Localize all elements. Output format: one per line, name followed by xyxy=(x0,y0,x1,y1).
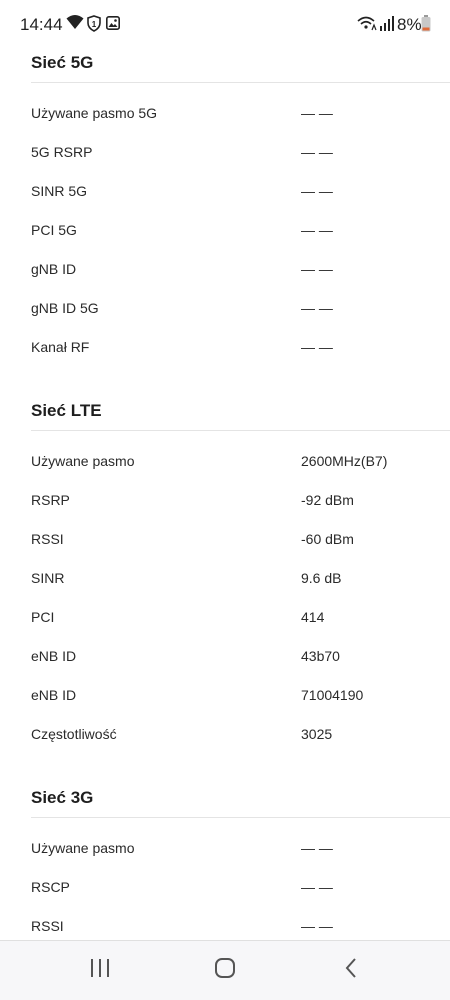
row-label: eNB ID xyxy=(31,687,77,703)
home-button[interactable] xyxy=(205,955,245,985)
row-label: Używane pasmo xyxy=(31,453,135,469)
list-item: eNB ID 43b70 xyxy=(0,647,450,686)
home-icon xyxy=(214,957,236,984)
wifi-icon xyxy=(66,14,84,35)
list-item: Kanał RF — — xyxy=(0,338,450,377)
row-value: — — xyxy=(301,144,333,160)
row-label: SINR 5G xyxy=(31,183,88,199)
row-label: eNB ID xyxy=(31,648,77,664)
section-title: Sieć LTE xyxy=(31,401,102,420)
wifi-calling-icon xyxy=(357,16,377,36)
row-value: -60 dBm xyxy=(301,531,354,547)
row-label: Używane pasmo 5G xyxy=(31,105,158,121)
list-item: SINR 5G — — xyxy=(0,182,450,221)
section-title: Sieć 3G xyxy=(31,788,94,807)
row-label: PCI xyxy=(31,609,55,625)
list-item: RSSI -60 dBm xyxy=(0,530,450,569)
section-divider xyxy=(31,430,450,431)
row-label: RSCP xyxy=(31,879,70,895)
row-value: — — xyxy=(301,183,333,199)
row-value: — — xyxy=(301,840,333,856)
row-value: — — xyxy=(301,222,333,238)
recents-icon xyxy=(89,958,111,983)
status-bar: 14:44 1 8% xyxy=(0,0,450,50)
row-value: — — xyxy=(301,105,333,121)
row-label: Używane pasmo xyxy=(31,840,135,856)
list-item: RSRP -92 dBm xyxy=(0,491,450,530)
row-label: gNB ID xyxy=(31,261,77,277)
row-label: PCI 5G xyxy=(31,222,77,238)
list-item: RSCP — — xyxy=(0,878,450,917)
row-label: RSSI xyxy=(31,918,64,934)
row-label: Częstotliwość xyxy=(31,726,117,742)
navigation-bar xyxy=(0,940,450,1000)
row-label: Kanał RF xyxy=(31,339,90,355)
section-divider xyxy=(31,82,450,83)
row-value: — — xyxy=(301,339,333,355)
signal-icon xyxy=(380,16,394,36)
row-value: — — xyxy=(301,918,333,934)
row-value: — — xyxy=(301,879,333,895)
recents-button[interactable] xyxy=(80,955,120,985)
shield-1-icon: 1 xyxy=(87,15,101,37)
row-label: 5G RSRP xyxy=(31,144,93,160)
row-value: 414 xyxy=(301,609,325,625)
list-item: Używane pasmo 2600MHz(B7) xyxy=(0,452,450,491)
row-value: 9.6 dB xyxy=(301,570,342,586)
section-divider xyxy=(31,817,450,818)
row-value: -92 dBm xyxy=(301,492,354,508)
row-value: 71004190 xyxy=(301,687,364,703)
list-item: 5G RSRP — — xyxy=(0,143,450,182)
list-item: gNB ID 5G — — xyxy=(0,299,450,338)
list-item: PCI 5G — — xyxy=(0,221,450,260)
list-item: PCI 414 xyxy=(0,608,450,647)
row-label: gNB ID 5G xyxy=(31,300,99,316)
status-time: 14:44 xyxy=(20,15,63,34)
row-value: 2600MHz(B7) xyxy=(301,453,388,469)
svg-text:1: 1 xyxy=(92,20,97,29)
row-value: 3025 xyxy=(301,726,333,742)
list-item: eNB ID 71004190 xyxy=(0,686,450,725)
back-icon xyxy=(343,957,359,984)
list-item: Używane pasmo — — xyxy=(0,839,450,878)
battery-low-icon xyxy=(421,15,431,37)
battery-percent: 8% xyxy=(397,15,422,34)
list-item: Częstotliwość 3025 xyxy=(0,725,450,764)
row-label: RSSI xyxy=(31,531,64,547)
list-item: SINR 9.6 dB xyxy=(0,569,450,608)
row-value: — — xyxy=(301,300,333,316)
list-item: gNB ID — — xyxy=(0,260,450,299)
row-value: 43b70 xyxy=(301,648,340,664)
list-item: Używane pasmo 5G — — xyxy=(0,104,450,143)
gallery-icon xyxy=(106,16,120,35)
row-label: SINR xyxy=(31,570,65,586)
section-title: Sieć 5G xyxy=(31,53,94,72)
back-button[interactable] xyxy=(331,955,371,985)
row-label: RSRP xyxy=(31,492,70,508)
row-value: — — xyxy=(301,261,333,277)
